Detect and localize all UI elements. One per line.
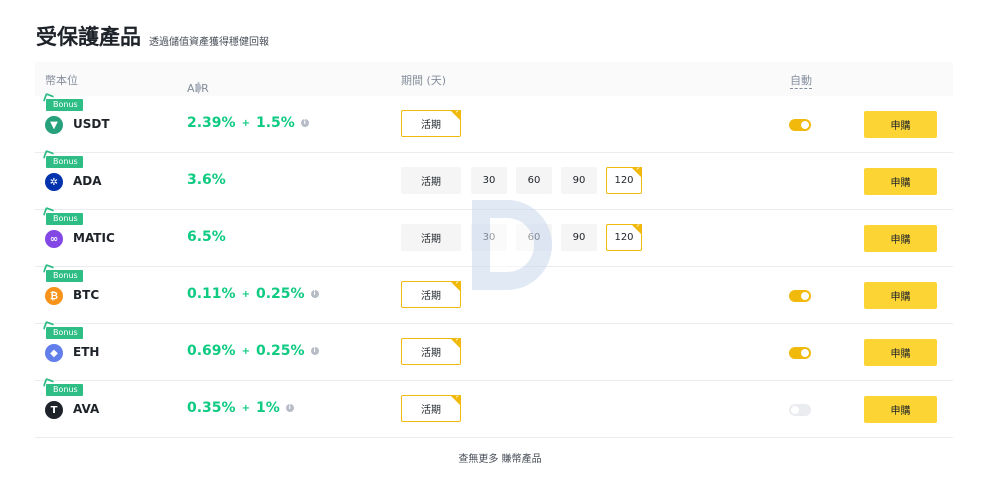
plus-sign: + xyxy=(241,117,250,129)
products-table: 幣本位 APR ▲ ▼ 期間 (天) 自動 Bonus ▼ USDT 2.39% +1.5%… xyxy=(35,62,953,438)
period-option[interactable]: 90 xyxy=(561,224,597,251)
bonus-badge: Bonus xyxy=(46,327,83,339)
page-subtitle: 透過儲值資產獲得穩健回報 xyxy=(149,37,269,48)
plus-sign: + xyxy=(241,402,250,414)
subscribe-button[interactable]: 申購 xyxy=(864,339,937,366)
apr-value: 6.5% xyxy=(187,229,226,245)
period-option[interactable]: 30 xyxy=(471,167,507,194)
column-period: 期間 (天) xyxy=(401,74,447,87)
apr-value: 0.11% +0.25% i xyxy=(187,286,319,302)
sort-icon[interactable]: ▲ ▼ xyxy=(195,81,202,96)
apr-bonus: 1% xyxy=(255,400,280,416)
period-option[interactable]: 活期 xyxy=(401,336,461,365)
auto-subscribe-toggle[interactable] xyxy=(789,404,811,416)
period-option[interactable]: 活期 xyxy=(401,167,461,194)
coin-name: USDT xyxy=(73,117,110,131)
bonus-badge: Bonus xyxy=(46,270,83,282)
auto-subscribe-toggle[interactable] xyxy=(789,347,811,359)
column-auto[interactable]: 自動 xyxy=(790,72,812,89)
period-option[interactable]: 90 xyxy=(561,167,597,194)
period-option[interactable]: 活期 xyxy=(401,224,461,251)
period-option[interactable]: 活期 xyxy=(401,393,461,422)
travala-icon: T xyxy=(45,401,63,419)
subscribe-button[interactable]: 申購 xyxy=(864,111,937,138)
toggle-knob xyxy=(801,349,809,357)
bonus-badge: Bonus xyxy=(46,213,83,225)
auto-subscribe-toggle[interactable] xyxy=(789,119,811,131)
bitcoin-icon: ₿ xyxy=(45,287,63,305)
period-option[interactable]: 活期 xyxy=(401,108,461,137)
table-row: Bonus ✲ ADA 3.6% 活期 30 60 90 120 申購 xyxy=(35,153,953,210)
toggle-knob xyxy=(801,121,809,129)
table-row: Bonus T AVA 0.35% +1% i 活期 申購 xyxy=(35,381,953,438)
ethereum-icon: ◆ xyxy=(45,344,63,362)
subscribe-button[interactable]: 申購 xyxy=(864,225,937,252)
table-row: Bonus ∞ MATIC 6.5% 活期 30 60 90 120 申購 xyxy=(35,210,953,267)
apr-bonus: 1.5% xyxy=(255,115,295,131)
table-row: Bonus ◆ ETH 0.69% +0.25% i 活期 申購 xyxy=(35,324,953,381)
page-header: 受保護產品 透過儲值資產獲得穩健回報 xyxy=(36,22,269,52)
coin-name: ADA xyxy=(73,174,102,188)
apr-base: 2.39% xyxy=(187,115,236,131)
subscribe-button[interactable]: 申購 xyxy=(864,168,937,195)
coin-name: MATIC xyxy=(73,231,115,245)
tether-icon: ▼ xyxy=(45,116,63,134)
subscribe-button[interactable]: 申購 xyxy=(864,396,937,423)
period-option[interactable]: 60 xyxy=(516,167,552,194)
info-icon[interactable]: i xyxy=(300,119,309,127)
info-icon[interactable]: i xyxy=(310,347,319,355)
toggle-knob xyxy=(801,292,809,300)
apr-value: 0.35% +1% i xyxy=(187,400,294,416)
table-row: Bonus ₿ BTC 0.11% +0.25% i 活期 申購 xyxy=(35,267,953,324)
info-icon[interactable]: i xyxy=(310,290,319,298)
coin-name: ETH xyxy=(73,345,100,359)
apr-base: 0.69% xyxy=(187,343,236,359)
period-option[interactable]: 120 xyxy=(606,165,642,194)
plus-sign: + xyxy=(241,345,250,357)
cardano-icon: ✲ xyxy=(45,173,63,191)
apr-bonus: 0.25% xyxy=(255,343,305,359)
period-option[interactable]: 30 xyxy=(471,224,507,251)
apr-base: 0.11% xyxy=(187,286,236,302)
period-option[interactable]: 120 xyxy=(606,222,642,251)
auto-subscribe-toggle[interactable] xyxy=(789,290,811,302)
apr-bonus: 0.25% xyxy=(255,286,305,302)
toggle-knob xyxy=(791,406,799,414)
subscribe-button[interactable]: 申購 xyxy=(864,282,937,309)
info-icon[interactable]: i xyxy=(285,404,294,412)
period-option[interactable]: 活期 xyxy=(401,279,461,308)
apr-base: 3.6% xyxy=(187,172,226,188)
bonus-badge: Bonus xyxy=(46,384,83,396)
column-coin: 幣本位 xyxy=(45,74,78,87)
bonus-badge: Bonus xyxy=(46,156,83,168)
apr-base: 6.5% xyxy=(187,229,226,245)
table-header: 幣本位 APR ▲ ▼ 期間 (天) 自動 xyxy=(35,62,953,96)
plus-sign: + xyxy=(241,288,250,300)
apr-value: 0.69% +0.25% i xyxy=(187,343,319,359)
table-row: Bonus ▼ USDT 2.39% +1.5% i 活期 申購 xyxy=(35,96,953,153)
bonus-badge: Bonus xyxy=(46,99,83,111)
coin-name: AVA xyxy=(73,402,100,416)
more-products-link[interactable]: 查無更多 賺幣產品 xyxy=(0,450,1000,465)
apr-value: 3.6% xyxy=(187,172,226,188)
apr-value: 2.39% +1.5% i xyxy=(187,115,309,131)
page-title: 受保護產品 xyxy=(36,22,141,52)
coin-name: BTC xyxy=(73,288,100,302)
period-option[interactable]: 60 xyxy=(516,224,552,251)
table-body: Bonus▼USDT2.39%+1.5%i活期申購Bonus✲ADA3.6%活期… xyxy=(35,96,953,438)
polygon-icon: ∞ xyxy=(45,230,63,248)
apr-base: 0.35% xyxy=(187,400,236,416)
